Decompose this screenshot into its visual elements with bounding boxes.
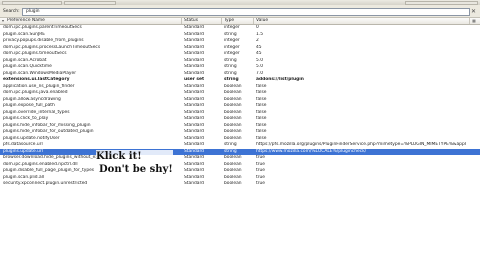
column-header-type[interactable]: Type: [222, 18, 254, 24]
tab[interactable]: [405, 0, 478, 5]
filter-bar: Search: plugin ✕: [0, 5, 480, 18]
callout-line-2: Don't be shy!: [99, 164, 173, 175]
column-header-status[interactable]: Status: [182, 18, 222, 24]
annotation-callout: Klick it! Don't be shy!: [96, 150, 173, 176]
search-input[interactable]: plugin: [22, 7, 470, 16]
column-header-name[interactable]: Preference Name: [0, 18, 182, 24]
tab[interactable]: [2, 0, 62, 5]
callout-line-1: Klick it!: [96, 151, 142, 162]
pref-status-cell: Standard: [184, 181, 204, 186]
column-picker-icon[interactable]: ▦: [470, 18, 478, 23]
tab[interactable]: [64, 0, 116, 5]
pref-type-cell: boolean: [224, 181, 242, 186]
table-row[interactable]: security.xpconnect.plugin.unrestricted St…: [0, 181, 480, 188]
pref-name-cell: security.xpconnect.plugin.unrestricted: [3, 181, 88, 186]
column-header: ▾ Preference Name Status Type Value ▦: [0, 18, 480, 25]
column-header-value[interactable]: Value: [254, 18, 470, 24]
clear-icon[interactable]: ✕: [469, 7, 478, 16]
preferences-list: dom.ipc.plugins.parentTimeoutSecs Standar…: [0, 25, 480, 270]
filter-label: Search:: [3, 9, 20, 14]
pref-value-cell: true: [256, 181, 266, 186]
